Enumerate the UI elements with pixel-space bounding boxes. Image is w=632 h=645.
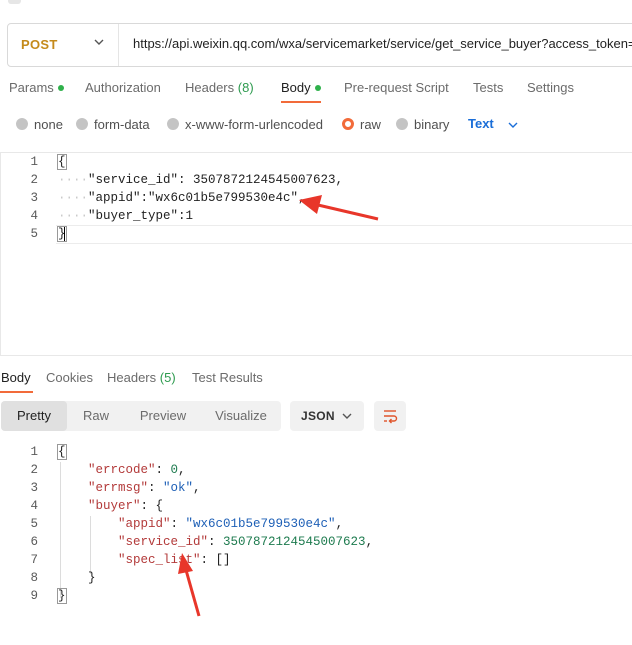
json-line-service-id: "service_id": 3507872124545007623, [118,535,374,549]
code-line: "appid":"wx6c01b5e799530e4c", [88,191,306,205]
json-line-spec-list: "spec_list": [] [118,553,231,567]
radio-icon [76,118,88,130]
code-line: "service_id": 3507872124545007623, [88,173,344,187]
line-number: 7 [30,553,38,567]
tab-authorization[interactable]: Authorization [85,80,161,95]
tab-params[interactable]: Params [9,80,64,95]
radio-raw[interactable]: raw [342,116,381,132]
line-number: 1 [30,155,38,169]
line-number: 5 [30,517,38,531]
active-tab-indicator [281,101,321,103]
radio-icon [167,118,179,130]
tab-settings[interactable]: Settings [527,80,574,95]
response-tab-body[interactable]: Body [1,370,31,385]
request-url-bar: POST https://api.weixin.qq.com/wxa/servi… [7,23,632,67]
radio-icon [396,118,408,130]
json-line-appid: "appid": "wx6c01b5e799530e4c", [118,517,344,531]
radio-icon [16,118,28,130]
indent-dots: ···· [58,191,89,205]
code-line: { [57,154,67,170]
json-close-brace: } [57,588,67,604]
indent-dots: ···· [58,173,89,187]
line-number: 2 [30,463,38,477]
chevron-down-icon [508,122,518,128]
line-number: 2 [30,173,38,187]
line-number: 8 [30,571,38,585]
wrap-lines-icon [384,410,398,424]
radio-selected-icon [342,118,354,130]
response-tab-headers[interactable]: Headers (5) [107,370,176,385]
text-type-select[interactable]: Text [468,116,519,131]
tab-headers[interactable]: Headers (8) [185,80,254,95]
url-input[interactable]: https://api.weixin.qq.com/wxa/servicemar… [133,36,632,51]
active-tab-indicator [0,391,33,393]
radio-form-data[interactable]: form-data [76,116,150,132]
line-number: 5 [30,227,38,241]
line-number: 1 [30,445,38,459]
view-preview-button[interactable]: Preview [125,401,201,431]
current-line-highlight [56,225,632,244]
radio-binary[interactable]: binary [396,116,449,132]
json-open-brace: { [57,444,67,460]
view-visualize-button[interactable]: Visualize [201,401,281,431]
window-tab-stub [8,0,21,4]
wrap-lines-button[interactable] [374,401,406,431]
line-number: 3 [30,481,38,495]
json-line-errcode: "errcode": 0, [88,463,186,477]
line-number: 3 [30,191,38,205]
json-line-errmsg: "errmsg": "ok", [88,481,201,495]
line-number: 9 [30,589,38,603]
green-dot-icon [314,84,321,91]
code-line: "buyer_type":1 [88,209,194,223]
method-select[interactable]: POST [21,37,58,52]
line-number: 6 [30,535,38,549]
divider [118,24,119,66]
text-caret [64,227,65,241]
line-number: 4 [30,209,38,223]
tab-body[interactable]: Body [281,80,321,95]
indent-guide [90,516,91,574]
line-number: 4 [30,499,38,513]
radio-x-www-form-urlencoded[interactable]: x-www-form-urlencoded [167,116,323,132]
chevron-down-icon[interactable] [92,35,106,49]
chevron-down-icon [342,413,352,419]
view-raw-button[interactable]: Raw [67,401,125,431]
json-line-buyer: "buyer": { [88,499,164,513]
json-inner-close-brace: } [88,571,96,585]
indent-guide [60,462,61,598]
tab-pre-request-script[interactable]: Pre-request Script [344,80,449,95]
view-mode-group: Pretty Raw Preview Visualize [1,401,281,431]
indent-dots: ···· [58,209,89,223]
response-tab-test-results[interactable]: Test Results [192,370,263,385]
green-dot-icon [57,84,64,91]
tab-tests[interactable]: Tests [473,80,503,95]
response-tab-cookies[interactable]: Cookies [46,370,93,385]
view-pretty-button[interactable]: Pretty [1,401,67,431]
format-select[interactable]: JSON [290,401,364,431]
radio-none[interactable]: none [16,116,63,132]
